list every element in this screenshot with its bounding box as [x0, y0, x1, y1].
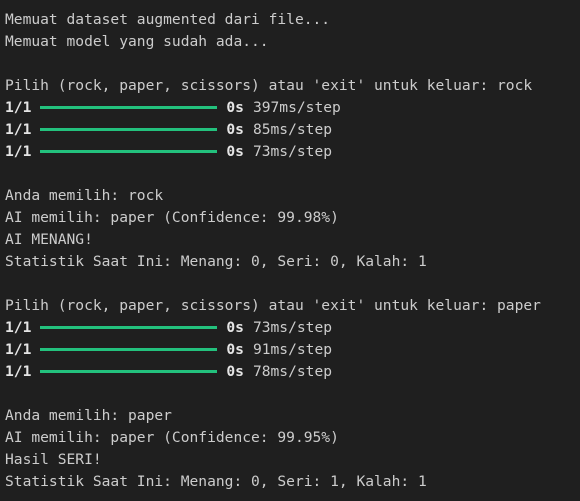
- step-count: 1/1: [5, 121, 32, 138]
- elapsed-time: 0s: [226, 99, 244, 116]
- progress-line: 1/1 0s 73ms/step: [5, 141, 580, 163]
- progress-line: 1/1 0s 73ms/step: [5, 317, 580, 339]
- output-line: AI memilih: paper (Confidence: 99.95%): [5, 429, 339, 446]
- step-rate: 73ms/step: [252, 143, 333, 160]
- step-count: 1/1: [5, 319, 32, 336]
- progress-bar: [40, 347, 218, 351]
- progress-line: 1/1 0s 78ms/step: [5, 361, 580, 383]
- elapsed-time: 0s: [226, 363, 244, 380]
- step-rate: 78ms/step: [252, 363, 333, 380]
- prompt-line: Pilih (rock, paper, scissors) atau 'exit…: [5, 297, 541, 314]
- output-line: Hasil SERI!: [5, 451, 102, 468]
- output-line: AI memilih: paper (Confidence: 99.98%): [5, 209, 339, 226]
- step-count: 1/1: [5, 99, 32, 116]
- progress-bar: [40, 369, 218, 373]
- progress-bar: [40, 127, 218, 131]
- output-line: Anda memilih: rock: [5, 187, 164, 204]
- step-rate: 397ms/step: [252, 99, 341, 116]
- output-line: Memuat dataset augmented dari file...: [5, 11, 331, 28]
- progress-bar: [40, 325, 218, 329]
- progress-line: 1/1 0s 91ms/step: [5, 339, 580, 361]
- progress-bar: [40, 149, 218, 153]
- progress-line: 1/1 0s 397ms/step: [5, 97, 580, 119]
- prompt-line: Pilih (rock, paper, scissors) atau 'exit…: [5, 77, 533, 94]
- elapsed-time: 0s: [226, 341, 244, 358]
- step-rate: 73ms/step: [252, 319, 333, 336]
- elapsed-time: 0s: [226, 143, 244, 160]
- step-count: 1/1: [5, 363, 32, 380]
- step-count: 1/1: [5, 143, 32, 160]
- stats-line: Statistik Saat Ini: Menang: 0, Seri: 0, …: [5, 253, 427, 270]
- elapsed-time: 0s: [226, 319, 244, 336]
- step-rate: 91ms/step: [252, 341, 333, 358]
- step-count: 1/1: [5, 341, 32, 358]
- elapsed-time: 0s: [226, 121, 244, 138]
- output-line: Anda memilih: paper: [5, 407, 172, 424]
- stats-line: Statistik Saat Ini: Menang: 0, Seri: 1, …: [5, 473, 427, 490]
- step-rate: 85ms/step: [252, 121, 333, 138]
- terminal-output[interactable]: Memuat dataset augmented dari file... Me…: [0, 0, 580, 501]
- progress-line: 1/1 0s 85ms/step: [5, 119, 580, 141]
- output-line: Memuat model yang sudah ada...: [5, 33, 269, 50]
- output-line: AI MENANG!: [5, 231, 93, 248]
- progress-bar: [40, 105, 218, 109]
